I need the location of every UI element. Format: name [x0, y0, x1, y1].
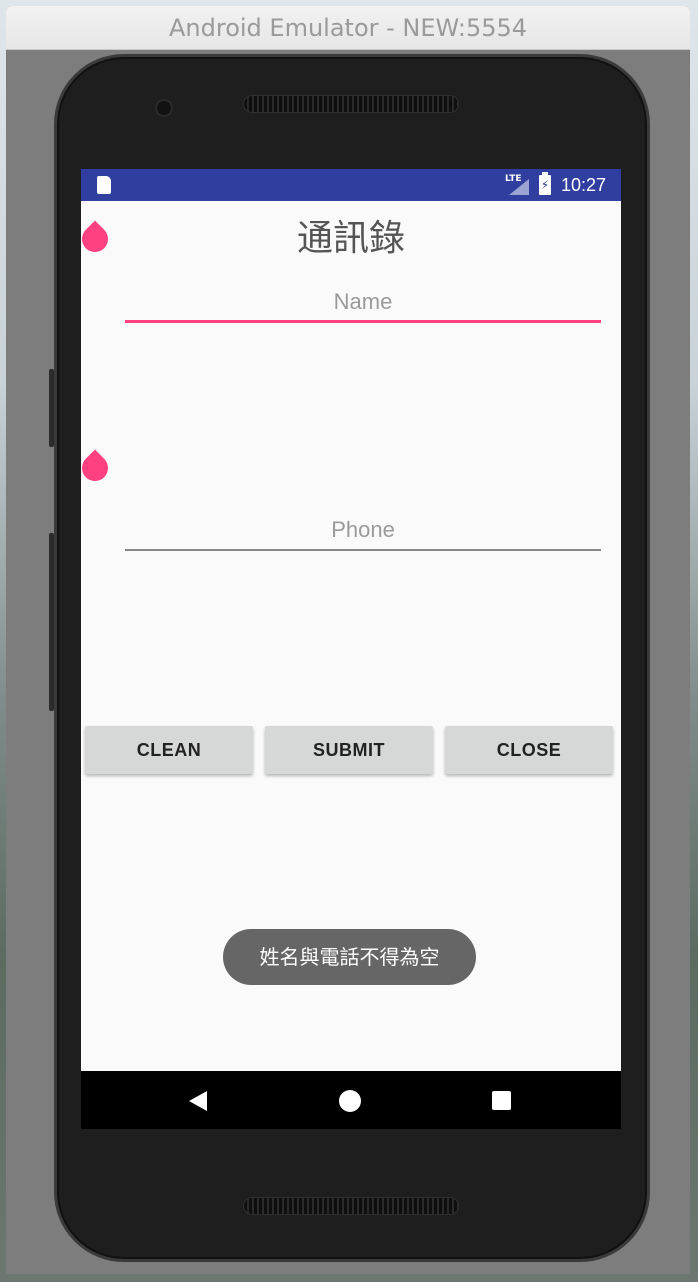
volume-button[interactable]: [49, 533, 54, 711]
top-speaker: [243, 95, 459, 113]
text-cursor-handle-icon[interactable]: [81, 449, 114, 487]
window-titlebar[interactable]: Android Emulator - NEW:5554: [6, 6, 690, 50]
back-icon[interactable]: [189, 1091, 207, 1111]
front-camera: [155, 99, 173, 117]
recents-icon[interactable]: [492, 1091, 511, 1110]
battery-charging-icon: [539, 172, 551, 195]
action-button-row: CLEAN SUBMIT CLOSE: [85, 726, 617, 776]
phone-frame: LTE 10:27 通訊錄 CLEAN SUBMIT CLOSE 姓名與電話不得…: [49, 54, 650, 1262]
submit-button[interactable]: SUBMIT: [265, 726, 433, 774]
bottom-speaker: [243, 1197, 459, 1215]
sd-card-icon: [97, 176, 111, 194]
window-title: Android Emulator - NEW:5554: [168, 14, 528, 42]
status-bar: LTE 10:27: [81, 169, 621, 201]
device-screen: LTE 10:27 通訊錄 CLEAN SUBMIT CLOSE 姓名與電話不得…: [81, 169, 621, 1129]
navigation-bar: [81, 1071, 621, 1129]
name-field[interactable]: [125, 283, 601, 323]
lte-label: LTE: [505, 174, 522, 184]
power-button[interactable]: [49, 369, 54, 447]
close-button[interactable]: CLOSE: [445, 726, 613, 774]
toast-message: 姓名與電話不得為空: [223, 929, 476, 985]
phone-field[interactable]: [125, 511, 601, 551]
phone-input[interactable]: [125, 511, 601, 549]
home-icon[interactable]: [339, 1090, 361, 1112]
app-title: 通訊錄: [296, 218, 405, 259]
name-input[interactable]: [125, 283, 601, 320]
clean-button[interactable]: CLEAN: [85, 726, 253, 774]
status-clock: 10:27: [561, 175, 607, 195]
emulator-window: Android Emulator - NEW:5554 LTE 10:27 通訊…: [6, 6, 690, 1274]
